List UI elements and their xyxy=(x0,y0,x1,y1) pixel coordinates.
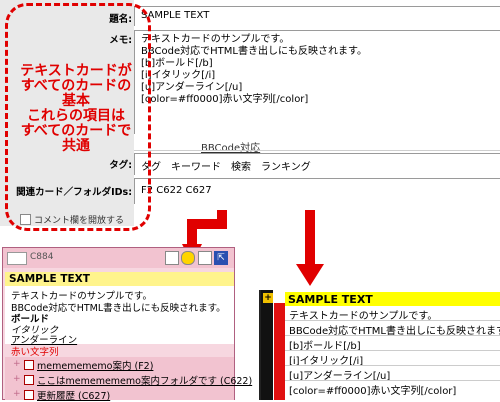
expand-icon[interactable]: + xyxy=(263,293,273,303)
card-type-icon xyxy=(24,390,34,400)
card-line-red: 赤い文字列 xyxy=(11,347,59,358)
related-ids-value: F2 C622 C627 xyxy=(141,185,212,196)
callout-line: すべてのカードの xyxy=(20,78,132,94)
related-link[interactable]: ここはmememememo案内フォルダです (C622) xyxy=(37,373,252,387)
callout-line: 共通 xyxy=(62,138,90,154)
pink-card-preview: C884 ⇱ SAMPLE TEXT テキストカードのサンプルです。 BBCod… xyxy=(2,247,252,402)
callout-line: これらの項目は xyxy=(27,108,125,124)
memo-line: [b]ボールド[/b] xyxy=(141,58,213,69)
memo-line: [u]アンダーライン[/u] xyxy=(141,82,243,93)
related-link-row[interactable]: + ここはmememememo案内フォルダです (C622) xyxy=(5,372,252,387)
card-title-row: SAMPLE TEXT xyxy=(5,272,234,286)
related-link-row[interactable]: + 更新履歴 (C627) xyxy=(5,387,234,402)
pin-icon[interactable] xyxy=(198,251,212,265)
card-editor-form: 題名: SAMPLE TEXT メモ: テキストカードのサンプルです。 BBCo… xyxy=(0,0,500,231)
tags-input-value: タグ キーワード 検索 ランキング xyxy=(141,162,311,173)
card-id: C884 xyxy=(30,252,54,262)
card-title: SAMPLE TEXT xyxy=(288,293,373,306)
bbcode-help-link[interactable]: BBCode対応 xyxy=(201,139,260,154)
memo-text: テキストカードのサンプルです。 BBCode対応でHTML書き出しにも反映されま… xyxy=(141,34,367,106)
card-title-row: SAMPLE TEXT xyxy=(285,292,500,306)
memo-line: [color=#ff0000]赤い文字列[/color] xyxy=(141,94,309,105)
memo-line: [i]イタリック[/i] xyxy=(141,70,216,81)
card-folder-icon xyxy=(7,252,27,265)
card-title: SAMPLE TEXT xyxy=(9,273,90,285)
maximize-icon[interactable]: ⇱ xyxy=(214,251,228,265)
edit-icon[interactable] xyxy=(165,251,179,265)
expand-icon[interactable]: + xyxy=(13,359,21,369)
tags-input[interactable]: タグ キーワード 検索 ランキング xyxy=(134,153,500,175)
title-input[interactable]: SAMPLE TEXT xyxy=(134,6,500,26)
callout-text: テキストカードが すべてのカードの 基本 これらの項目は すべてのカードで 共通 xyxy=(10,64,142,154)
callout-line: 基本 xyxy=(62,93,90,109)
card-line: [color=#ff0000]赤い文字列[/color] xyxy=(289,386,457,397)
title-input-value: SAMPLE TEXT xyxy=(141,10,210,21)
expand-icon[interactable]: + xyxy=(13,374,21,384)
related-ids-input[interactable]: F2 C622 C627 xyxy=(134,178,500,204)
card-body: テキストカードのサンプルです。 BBCode対応でHTML書き出しにも反映されま… xyxy=(5,286,234,346)
comment-icon[interactable] xyxy=(181,251,195,265)
yellow-card-preview: + SAMPLE TEXT テキストカードのサンプルです。 BBCode対応でH… xyxy=(259,290,500,400)
memo-textarea[interactable]: テキストカードのサンプルです。 BBCode対応でHTML書き出しにも反映されま… xyxy=(134,30,500,134)
card-type-icon xyxy=(24,375,34,385)
callout-line: テキストカードが xyxy=(20,63,132,79)
card-type-icon xyxy=(24,360,34,370)
expand-icon[interactable]: + xyxy=(13,389,21,399)
related-link-row[interactable]: + mememememo案内 (F2) xyxy=(5,357,234,372)
arrow-to-yellow-card-icon xyxy=(296,210,324,286)
card-titlebar[interactable]: C884 ⇱ xyxy=(3,248,234,268)
card-color-bar xyxy=(274,303,285,400)
memo-line: BBCode対応でHTML書き出しにも反映されます。 xyxy=(141,46,367,57)
callout-line: すべてのカードで xyxy=(20,123,132,139)
memo-line: テキストカードのサンプルです。 xyxy=(141,34,290,45)
related-link[interactable]: mememememo案内 (F2) xyxy=(37,358,153,372)
